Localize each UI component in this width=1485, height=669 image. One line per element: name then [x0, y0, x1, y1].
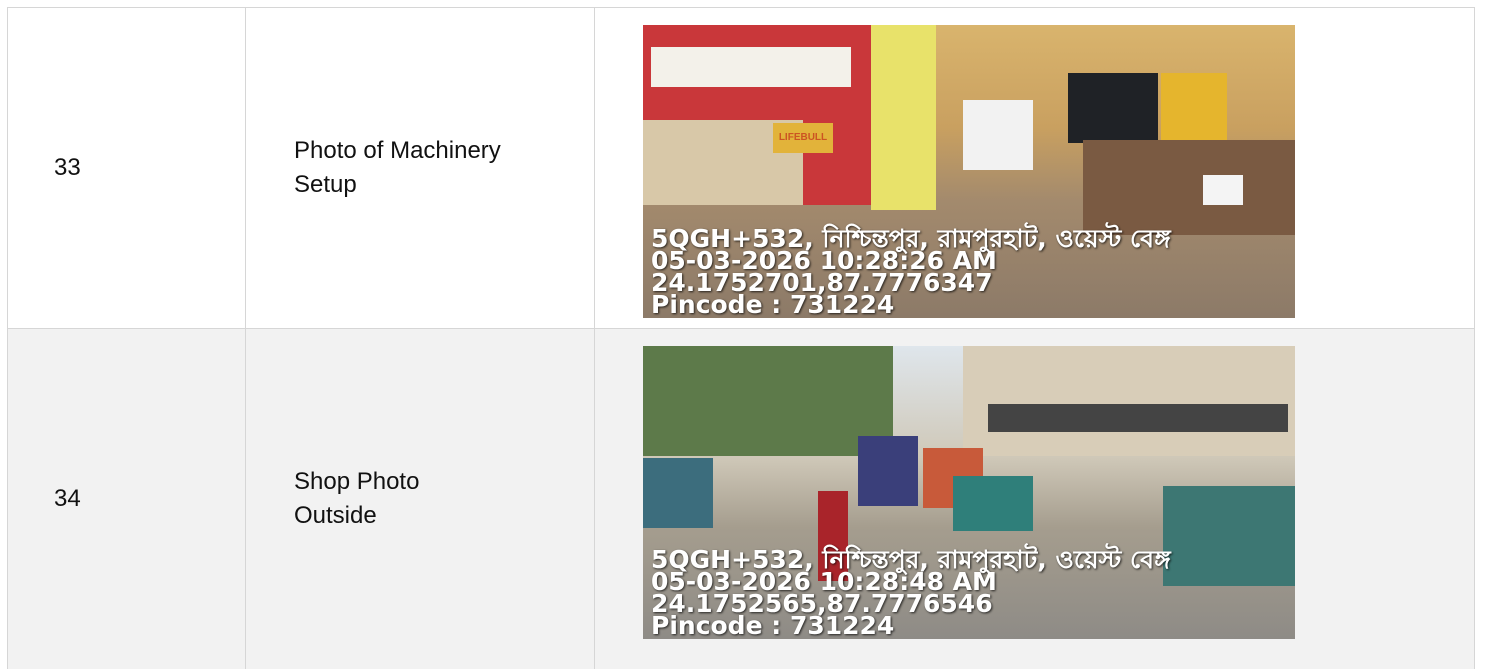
row-number: 33 [8, 8, 246, 328]
person-yellow-shirt [871, 25, 936, 210]
building-facade [963, 346, 1295, 456]
wooden-counter [1083, 140, 1295, 235]
row-label-line2: Outside [294, 502, 377, 529]
overlay-pincode: Pincode : 731224 [651, 290, 895, 318]
lifebull-box: LIFEBULL [773, 123, 833, 153]
row-number-text: 33 [54, 154, 81, 181]
photo-geotag-overlay: 5QGH+532, নিশ্চিন্তপুর, রামপুরহাট, ওয়েস… [651, 547, 1171, 639]
posted-papers [963, 100, 1033, 170]
row-label-line2: Setup [294, 171, 357, 198]
e-rickshaw-right [1163, 486, 1295, 586]
shop-front-blue [858, 436, 918, 506]
building-windows [988, 404, 1288, 432]
table-row: 33 Photo of Machinery Setup LIFEBULL 5QG… [8, 8, 1474, 329]
row-label: Shop Photo Outside [246, 329, 595, 669]
machinery-photo: LIFEBULL 5QGH+532, নিশ্চিন্তপুর, রামপুরহ… [643, 25, 1295, 318]
photo-cell: LIFEBULL 5QGH+532, নিশ্চিন্তপুর, রামপুরহ… [595, 8, 1474, 328]
trees [643, 346, 893, 456]
shop-outside-photo: 5QGH+532, নিশ্চিন্তপুর, রামপুরহাট, ওয়েস… [643, 346, 1295, 639]
router-device [1203, 175, 1243, 205]
e-rickshaw-middle [953, 476, 1033, 531]
overlay-pincode: Pincode : 731224 [651, 611, 895, 639]
notice-papers [651, 47, 851, 87]
table-row: 34 Shop Photo Outside 5QGH+532, নিশ্চিন্… [8, 329, 1474, 669]
row-label-line1: Photo of Machinery [294, 137, 501, 164]
row-label-line1: Shop Photo [294, 468, 420, 495]
photo-table: 33 Photo of Machinery Setup LIFEBULL 5QG… [7, 7, 1475, 669]
photo-geotag-overlay: 5QGH+532, নিশ্চিন্তপুর, রামপুরহাট, ওয়েস… [651, 226, 1171, 318]
photo-cell: 5QGH+532, নিশ্চিন্তপুর, রামপুরহাট, ওয়েস… [595, 329, 1474, 669]
row-label: Photo of Machinery Setup [246, 8, 595, 328]
row-number: 34 [8, 329, 246, 669]
row-number-text: 34 [54, 485, 81, 512]
computer-monitor [1068, 73, 1158, 143]
e-rickshaw-left [643, 458, 713, 528]
